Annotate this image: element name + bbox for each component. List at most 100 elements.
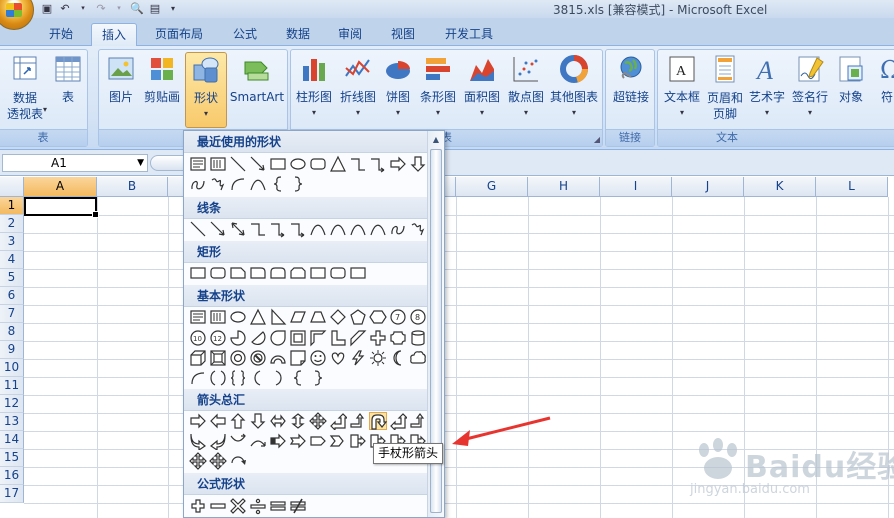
darrow-shape-icon[interactable] bbox=[249, 412, 267, 430]
form-icon[interactable]: ▤ bbox=[148, 1, 162, 15]
hyperlink-button[interactable]: 超链接 bbox=[608, 54, 654, 105]
cross4-shape-icon[interactable] bbox=[189, 452, 207, 470]
undo-dropdown-icon[interactable]: ▾ bbox=[76, 1, 90, 15]
rect-shape-icon[interactable] bbox=[349, 264, 367, 282]
arc-shape-icon[interactable] bbox=[189, 369, 207, 387]
clipart-button[interactable]: 剪贴画 bbox=[141, 54, 183, 105]
curvedd-shape-icon[interactable] bbox=[249, 432, 267, 450]
bracketpair-shape-icon[interactable] bbox=[209, 369, 227, 387]
line-chart-button[interactable]: 折线图 ▾ bbox=[337, 54, 379, 120]
fold-shape-icon[interactable] bbox=[289, 349, 307, 367]
eminus-shape-icon[interactable] bbox=[209, 497, 227, 515]
lbrace-shape-icon[interactable] bbox=[289, 369, 307, 387]
scribble-shape-icon[interactable] bbox=[209, 175, 227, 193]
vtext-shape-icon[interactable] bbox=[209, 155, 227, 173]
oval-shape-icon[interactable] bbox=[229, 308, 247, 326]
redo-dropdown-icon[interactable]: ▾ bbox=[112, 1, 126, 15]
rcallout-shape-icon[interactable] bbox=[349, 432, 367, 450]
elbowarr-shape-icon[interactable] bbox=[289, 220, 307, 238]
row-header-9[interactable]: 9 bbox=[0, 341, 24, 359]
darrow-shape-icon[interactable] bbox=[409, 155, 427, 173]
noSym-shape-icon[interactable] bbox=[249, 349, 267, 367]
row-header-8[interactable]: 8 bbox=[0, 323, 24, 341]
oval-shape-icon[interactable] bbox=[289, 155, 307, 173]
lrarrow-shape-icon[interactable] bbox=[269, 412, 287, 430]
elbowarr-shape-icon[interactable] bbox=[369, 155, 387, 173]
curve-shape-icon[interactable] bbox=[329, 220, 347, 238]
tab-insert[interactable]: 插入 bbox=[91, 23, 137, 46]
pie-chart-button[interactable]: 饼图 ▾ bbox=[381, 54, 415, 120]
tab-review[interactable]: 审阅 bbox=[327, 23, 373, 46]
c7-shape-icon[interactable]: 7 bbox=[389, 308, 407, 326]
select-all-corner[interactable] bbox=[0, 177, 24, 197]
tab-home[interactable]: 开始 bbox=[38, 23, 84, 46]
active-cell[interactable] bbox=[24, 197, 99, 218]
pivot-table-button[interactable]: 数据 透视表 ▾ bbox=[3, 54, 47, 122]
uarrow-shape-icon[interactable] bbox=[229, 412, 247, 430]
bentup-shape-icon[interactable] bbox=[349, 412, 367, 430]
area-chart-button[interactable]: 面积图 ▾ bbox=[461, 54, 503, 120]
row-header-16[interactable]: 16 bbox=[0, 467, 24, 485]
cube-shape-icon[interactable] bbox=[189, 349, 207, 367]
plus-shape-icon[interactable] bbox=[369, 329, 387, 347]
free-shape-icon[interactable] bbox=[189, 175, 207, 193]
symbol-button[interactable]: Ω 符 bbox=[872, 54, 894, 105]
rrect-shape-icon[interactable] bbox=[329, 264, 347, 282]
udarrow-shape-icon[interactable] bbox=[289, 412, 307, 430]
object-button[interactable]: 对象 bbox=[834, 54, 868, 105]
luarrow-shape-icon[interactable] bbox=[389, 412, 407, 430]
arrowline-shape-icon[interactable] bbox=[249, 155, 267, 173]
rarrow-shape-icon[interactable] bbox=[189, 412, 207, 430]
diamond-shape-icon[interactable] bbox=[329, 308, 347, 326]
smiley-shape-icon[interactable] bbox=[309, 349, 327, 367]
hex-shape-icon[interactable] bbox=[369, 308, 387, 326]
rtri-shape-icon[interactable] bbox=[269, 308, 287, 326]
column-chart-button[interactable]: 柱形图 ▾ bbox=[293, 54, 335, 120]
heart-shape-icon[interactable] bbox=[329, 349, 347, 367]
bentup-shape-icon[interactable] bbox=[409, 412, 427, 430]
row-header-12[interactable]: 12 bbox=[0, 395, 24, 413]
tab-data[interactable]: 数据 bbox=[275, 23, 321, 46]
blockarc-shape-icon[interactable] bbox=[269, 349, 287, 367]
chord-shape-icon[interactable] bbox=[249, 329, 267, 347]
free-shape-icon[interactable] bbox=[389, 220, 407, 238]
column-header-a[interactable]: A bbox=[24, 177, 97, 197]
tab-view[interactable]: 视图 bbox=[380, 23, 426, 46]
pie-shape-icon[interactable] bbox=[229, 329, 247, 347]
para-shape-icon[interactable] bbox=[289, 308, 307, 326]
row-header-2[interactable]: 2 bbox=[0, 215, 24, 233]
curve-shape-icon[interactable] bbox=[249, 175, 267, 193]
curvedu-shape-icon[interactable] bbox=[229, 432, 247, 450]
rect-shape-icon[interactable] bbox=[189, 264, 207, 282]
elbow-shape-icon[interactable] bbox=[249, 220, 267, 238]
row-header-4[interactable]: 4 bbox=[0, 251, 24, 269]
table-button[interactable]: 表 bbox=[51, 54, 85, 105]
curvedl-shape-icon[interactable] bbox=[209, 432, 227, 450]
signature-line-button[interactable]: 签名行 ▾ bbox=[788, 54, 832, 120]
ene-shape-icon[interactable] bbox=[289, 497, 307, 515]
tab-page-layout[interactable]: 页面布局 bbox=[148, 23, 210, 46]
curvedr-shape-icon[interactable] bbox=[189, 432, 207, 450]
lshape-shape-icon[interactable] bbox=[329, 329, 347, 347]
scatter-chart-button[interactable]: 散点图 ▾ bbox=[505, 54, 547, 120]
row-header-7[interactable]: 7 bbox=[0, 305, 24, 323]
textbox-shape-icon[interactable] bbox=[189, 155, 207, 173]
donut-shape-icon[interactable] bbox=[229, 349, 247, 367]
c10-shape-icon[interactable]: 10 bbox=[189, 329, 207, 347]
row-header-17[interactable]: 17 bbox=[0, 485, 24, 503]
tab-formulas[interactable]: 公式 bbox=[222, 23, 268, 46]
rbracket-shape-icon[interactable] bbox=[269, 369, 287, 387]
bolt-shape-icon[interactable] bbox=[349, 349, 367, 367]
chevron-down-icon[interactable]: ▼ bbox=[137, 155, 144, 171]
row-header-13[interactable]: 13 bbox=[0, 413, 24, 431]
elbow-shape-icon[interactable] bbox=[349, 155, 367, 173]
bevel-shape-icon[interactable] bbox=[209, 349, 227, 367]
curve-shape-icon[interactable] bbox=[309, 220, 327, 238]
column-header-k[interactable]: K bbox=[744, 177, 816, 197]
circarrow-shape-icon[interactable] bbox=[229, 452, 247, 470]
row-header-15[interactable]: 15 bbox=[0, 449, 24, 467]
chevron-shape-icon[interactable] bbox=[329, 432, 347, 450]
eequal-shape-icon[interactable] bbox=[269, 497, 287, 515]
curve-shape-icon[interactable] bbox=[349, 220, 367, 238]
column-header-h[interactable]: H bbox=[528, 177, 600, 197]
